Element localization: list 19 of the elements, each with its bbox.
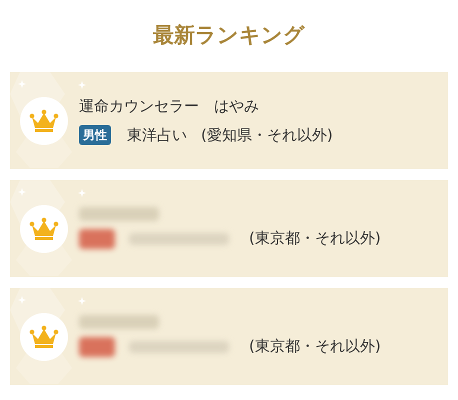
sparkle-icon	[18, 188, 26, 196]
location-text: (愛知県・それ以外)	[201, 124, 333, 146]
gender-tag: 男性	[79, 124, 111, 145]
sparkle-icon	[18, 296, 26, 304]
sparkle-icon	[78, 189, 86, 197]
sparkle-icon	[78, 297, 86, 305]
crown-icon	[29, 216, 59, 240]
location-text: (東京都・それ以外)	[249, 228, 381, 250]
section-title: 最新ランキング	[153, 22, 305, 49]
location-text: (東京都・それ以外)	[249, 336, 381, 358]
fortune-teller-name: 運命カウンセラー はやみ	[79, 96, 260, 117]
ranking-card[interactable]: (東京都・それ以外)	[10, 180, 448, 277]
crown-icon	[29, 108, 59, 132]
category-text: 東洋占い	[127, 124, 187, 146]
ranking-card[interactable]: 運命カウンセラー はやみ 男性 東洋占い (愛知県・それ以外)	[10, 72, 448, 169]
crown-icon	[29, 324, 59, 348]
sparkle-icon	[78, 81, 86, 89]
sparkle-icon	[18, 80, 26, 88]
ranking-card[interactable]: (東京都・それ以外)	[10, 288, 448, 385]
